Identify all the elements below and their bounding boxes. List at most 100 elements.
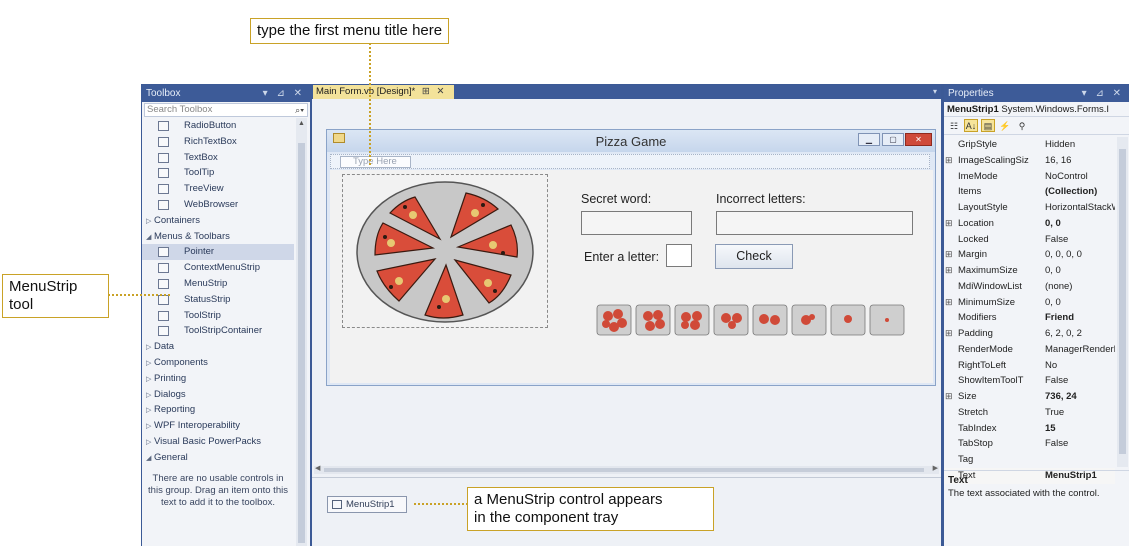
property-row[interactable]: Modifiers Friend <box>944 310 1115 326</box>
toolbox-group[interactable]: ▷ Printing <box>142 371 294 387</box>
letter-input[interactable] <box>666 244 692 267</box>
tray-item-menustrip1[interactable]: MenuStrip1 <box>327 496 407 513</box>
toolbox-item[interactable]: RichTextBox <box>142 134 294 150</box>
property-row[interactable]: ⊞ MinimumSize 0, 0 <box>944 295 1115 311</box>
property-row[interactable]: ⊞ Margin 0, 0, 0, 0 <box>944 247 1115 263</box>
collapsed-arrow-icon[interactable]: ▷ <box>146 435 154 451</box>
toolbox-item[interactable]: TreeView <box>142 181 294 197</box>
toolbox-item[interactable]: Pointer <box>142 244 294 261</box>
property-row[interactable]: ⊞ Padding 6, 2, 0, 2 <box>944 326 1115 342</box>
property-value[interactable]: False <box>1045 373 1115 389</box>
pizza-picture-box[interactable] <box>342 174 548 328</box>
collapsed-arrow-icon[interactable]: ▷ <box>146 340 154 356</box>
property-pages-icon[interactable]: ⚲ <box>1015 120 1029 133</box>
property-value[interactable]: 0, 0 <box>1045 295 1115 311</box>
toolbox-group[interactable]: ▷ Visual Basic PowerPacks <box>142 434 294 450</box>
property-value[interactable]: 0, 0 <box>1045 216 1115 232</box>
expand-icon[interactable]: ⊞ <box>945 295 954 311</box>
toolbox-item[interactable]: ToolStripContainer <box>142 323 294 339</box>
collapsed-arrow-icon[interactable]: ▷ <box>146 214 154 230</box>
expand-icon[interactable]: ⊞ <box>945 247 954 263</box>
maximize-button[interactable]: ▢ <box>882 133 904 146</box>
minimize-button[interactable]: ▁ <box>858 133 880 146</box>
object-selector[interactable]: MenuStrip1 System.Windows.Forms.I <box>944 102 1129 117</box>
property-row[interactable]: MdiWindowList (none) <box>944 279 1115 295</box>
property-value[interactable]: 6, 2, 0, 2 <box>1045 326 1115 342</box>
tab-pin-icon[interactable]: ⊞ <box>422 86 430 97</box>
designer-horizontal-scrollbar[interactable]: ◀ ▶ <box>314 464 939 474</box>
property-row[interactable]: ⊞ ImageScalingSiz 16, 16 <box>944 153 1115 169</box>
search-icon[interactable]: ⌕▾ <box>295 104 304 116</box>
property-row[interactable]: ⊞ MaximumSize 0, 0 <box>944 263 1115 279</box>
toolbox-item[interactable]: ToolTip <box>142 165 294 181</box>
expanded-arrow-icon[interactable]: ◢ <box>146 451 154 467</box>
property-value[interactable]: (none) <box>1045 279 1115 295</box>
toolbox-group[interactable]: ▷ Data <box>142 339 294 355</box>
property-value[interactable]: NoControl <box>1045 169 1115 185</box>
collapsed-arrow-icon[interactable]: ▷ <box>146 372 154 388</box>
type-here-box[interactable]: Type Here <box>340 156 411 168</box>
property-value[interactable]: 16, 16 <box>1045 153 1115 169</box>
expand-icon[interactable]: ⊞ <box>945 326 954 342</box>
property-row[interactable]: ImeMode NoControl <box>944 169 1115 185</box>
property-value[interactable]: 0, 0, 0, 0 <box>1045 247 1115 263</box>
collapsed-arrow-icon[interactable]: ▷ <box>146 403 154 419</box>
toolbox-item[interactable]: ToolStrip <box>142 308 294 324</box>
properties-icon[interactable]: ▤ <box>981 119 995 132</box>
property-row[interactable]: LayoutStyle HorizontalStackWit <box>944 200 1115 216</box>
property-row[interactable]: RightToLeft No <box>944 358 1115 374</box>
expand-icon[interactable]: ⊞ <box>945 263 954 279</box>
property-row[interactable]: TabStop False <box>944 436 1115 452</box>
expanded-arrow-icon[interactable]: ◢ <box>146 230 154 246</box>
property-row[interactable]: Items (Collection) <box>944 184 1115 200</box>
property-row[interactable]: Stretch True <box>944 405 1115 421</box>
panel-pin-icon[interactable]: ▾ ⊿ ✕ <box>263 85 305 102</box>
categorized-icon[interactable]: ☷ <box>947 120 961 133</box>
scrollbar-thumb[interactable] <box>298 143 305 543</box>
form-close-button[interactable]: ✕ <box>905 133 932 146</box>
property-value[interactable]: Friend <box>1045 310 1115 326</box>
property-value[interactable]: Hidden <box>1045 137 1115 153</box>
property-value[interactable]: (Collection) <box>1045 184 1115 200</box>
properties-scrollbar[interactable] <box>1117 137 1128 467</box>
toolbox-item[interactable]: TextBox <box>142 150 294 166</box>
property-value[interactable]: 736, 24 <box>1045 389 1115 405</box>
property-value[interactable]: ManagerRenderMc <box>1045 342 1115 358</box>
toolbox-group[interactable]: ◢ General <box>142 450 294 466</box>
property-row[interactable]: TabIndex 15 <box>944 421 1115 437</box>
property-value[interactable]: True <box>1045 405 1115 421</box>
tab-main-form-design[interactable]: Main Form.vb [Design]* ⊞ ✕ <box>313 85 454 99</box>
toolbox-group[interactable]: ▷ Containers <box>142 213 294 229</box>
scroll-left-icon[interactable]: ◀ <box>315 464 320 472</box>
expand-icon[interactable]: ⊞ <box>945 389 954 405</box>
toolbox-group[interactable]: ▷ Reporting <box>142 402 294 418</box>
pizza-game-form[interactable]: Pizza Game ▁ ▢ ✕ Type Here Secret word: … <box>326 129 936 386</box>
menu-strip[interactable]: Type Here <box>330 154 930 169</box>
property-row[interactable]: ShowItemToolT False <box>944 373 1115 389</box>
property-row[interactable]: ⊞ Location 0, 0 <box>944 216 1115 232</box>
toolbox-group[interactable]: ▷ Components <box>142 355 294 371</box>
property-row[interactable]: GripStyle Hidden <box>944 137 1115 153</box>
toolbox-item[interactable]: MenuStrip <box>142 276 294 292</box>
close-icon[interactable]: ✕ <box>437 86 445 97</box>
toolbox-search-input[interactable]: Search Toolbox ⌕▾ <box>144 103 308 117</box>
property-value[interactable]: 0, 0 <box>1045 263 1115 279</box>
collapsed-arrow-icon[interactable]: ▷ <box>146 419 154 435</box>
scroll-up-icon[interactable]: ▲ <box>298 120 305 127</box>
scrollbar-thumb[interactable] <box>324 468 924 472</box>
toolbox-item[interactable]: WebBrowser <box>142 197 294 213</box>
property-row[interactable]: Locked False <box>944 232 1115 248</box>
collapsed-arrow-icon[interactable]: ▷ <box>146 388 154 404</box>
toolbox-item[interactable]: ContextMenuStrip <box>142 260 294 276</box>
property-row[interactable]: Tag <box>944 452 1115 468</box>
alphabetical-icon[interactable]: A↓ <box>964 119 978 132</box>
property-value[interactable]: False <box>1045 436 1115 452</box>
property-value[interactable]: False <box>1045 232 1115 248</box>
toolbox-scrollbar[interactable]: ▲ <box>296 118 307 546</box>
property-value[interactable]: No <box>1045 358 1115 374</box>
expand-icon[interactable]: ⊞ <box>945 216 954 232</box>
toolbox-group[interactable]: ▷ Dialogs <box>142 387 294 403</box>
property-row[interactable]: RenderMode ManagerRenderMc <box>944 342 1115 358</box>
panel-pin-icon[interactable]: ▾ ⊿ ✕ <box>1082 85 1124 102</box>
toolbox-group[interactable]: ◢ Menus & Toolbars <box>142 229 294 245</box>
